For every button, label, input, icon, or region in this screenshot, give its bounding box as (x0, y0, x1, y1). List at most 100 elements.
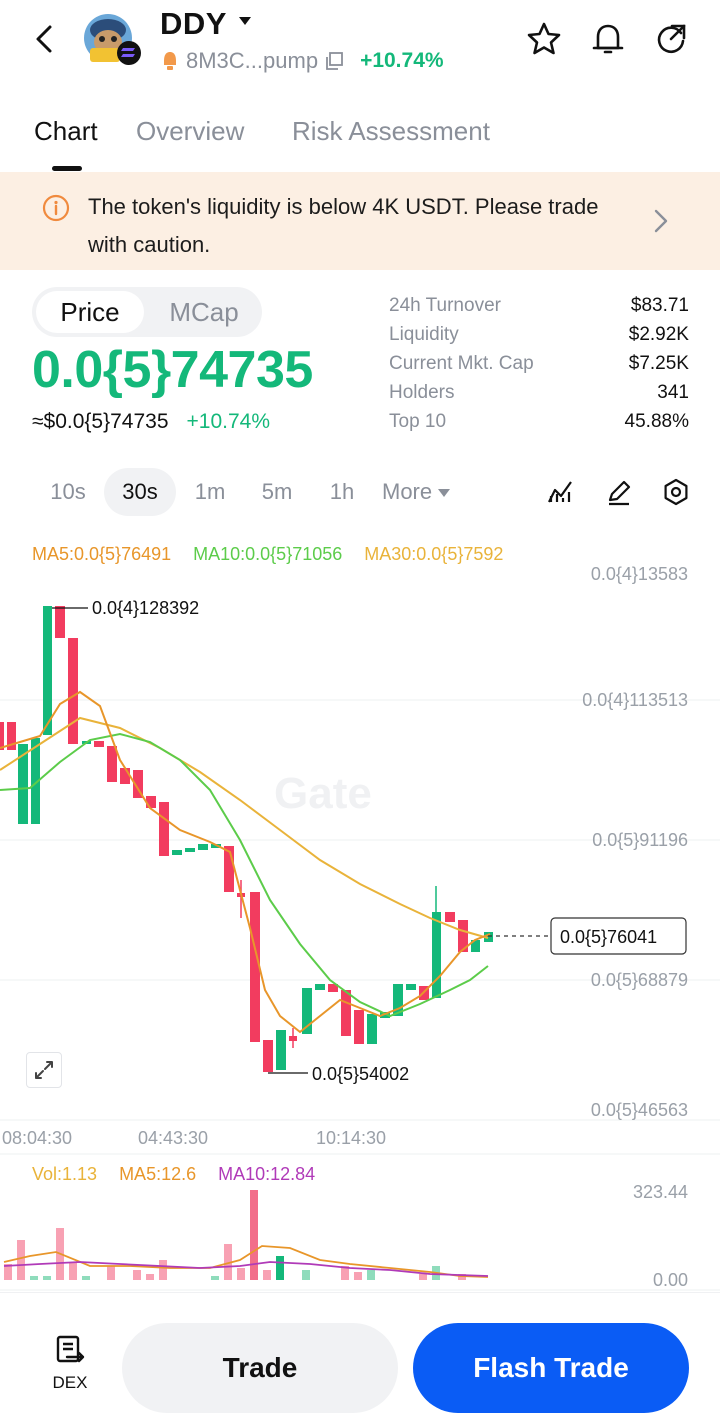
volume-bar (159, 1260, 167, 1280)
trade-button[interactable]: Trade (122, 1323, 398, 1413)
volume-legend: Vol:1.13 MA5:12.6 MA10:12.84 (32, 1164, 315, 1185)
candle (367, 1014, 377, 1044)
stat-row-liquidity: Liquidity $2.92K (389, 324, 689, 353)
bottom-action-bar: DEX Trade Flash Trade (0, 1292, 720, 1426)
tab-overview[interactable]: Overview (136, 116, 244, 147)
warning-text: The token's liquidity is below 4K USDT. … (88, 194, 599, 257)
volume-bar (30, 1276, 38, 1280)
current-price-tag-label: 0.0{5}76041 (560, 927, 657, 947)
dex-button[interactable]: DEX (38, 1333, 102, 1393)
volume-bar (43, 1276, 51, 1280)
candle (159, 802, 169, 856)
bell-icon[interactable] (589, 20, 627, 58)
candle (224, 846, 234, 892)
candle (445, 912, 455, 922)
candle (198, 844, 208, 850)
current-price: 0.0{5}74735 (32, 341, 313, 399)
flash-trade-button[interactable]: Flash Trade (413, 1323, 689, 1413)
dex-label: DEX (52, 1373, 88, 1392)
contract-address: 8M3C...pump (186, 48, 319, 73)
stat-value: 45.88% (624, 411, 689, 432)
volume-bar (276, 1256, 284, 1280)
stat-row-turnover: 24h Turnover $83.71 (389, 295, 689, 324)
star-icon[interactable] (525, 20, 563, 58)
toggle-price[interactable]: Price (36, 291, 144, 333)
volume-ma5: MA5:12.6 (119, 1164, 197, 1184)
back-arrow-icon[interactable] (28, 22, 62, 56)
candle (276, 1030, 286, 1070)
caret-down-icon[interactable] (238, 16, 252, 26)
share-icon[interactable] (652, 20, 690, 58)
interval-more[interactable]: More (382, 468, 472, 516)
chart-settings-icon[interactable] (662, 478, 690, 506)
copy-icon[interactable] (324, 51, 344, 71)
stat-value: $83.71 (630, 295, 689, 316)
interval-more-label: More (382, 479, 433, 504)
candle (172, 850, 182, 855)
candle (341, 990, 351, 1036)
interval-30s[interactable]: 30s (104, 468, 176, 516)
stat-label: Current Mkt. Cap (389, 353, 534, 374)
volume-axis-label: 0.00 (653, 1270, 688, 1290)
watermark: Gate (274, 769, 372, 818)
stat-value: $7.25K (628, 353, 689, 374)
usd-price: ≈$0.0{5}74735 (32, 410, 169, 433)
interval-1h[interactable]: 1h (316, 468, 368, 516)
caret-down-icon (438, 489, 451, 498)
volume-bar (302, 1270, 310, 1280)
expand-chart-button[interactable] (26, 1052, 62, 1088)
candle (55, 606, 65, 638)
price-mcap-toggle: Price MCap (32, 287, 262, 337)
price-axis-label: 0.0{5}46563 (591, 1100, 688, 1120)
volume-bar (419, 1274, 427, 1280)
draw-pencil-icon[interactable] (605, 478, 633, 506)
token-subline: 8M3C...pump +10.74% (160, 47, 444, 75)
volume-bar (82, 1276, 90, 1280)
stat-row-market-cap: Current Mkt. Cap $7.25K (389, 353, 689, 382)
candle (146, 796, 156, 808)
usd-price-line: ≈$0.0{5}74735 +10.74% (32, 410, 270, 434)
candle (120, 768, 130, 784)
volume-bar (367, 1270, 375, 1280)
token-title[interactable]: DDY (160, 6, 227, 42)
header-change: +10.74% (360, 49, 444, 72)
indicator-icon[interactable] (546, 478, 574, 506)
candle (94, 741, 104, 747)
candle (289, 1036, 297, 1041)
stat-row-holders: Holders 341 (389, 382, 689, 411)
volume-bar (69, 1262, 77, 1280)
interval-10s[interactable]: 10s (40, 468, 96, 516)
volume-bar (263, 1270, 271, 1280)
token-stats: 24h Turnover $83.71 Liquidity $2.92K Cur… (389, 295, 689, 440)
low-price-label: 0.0{5}54002 (312, 1064, 409, 1084)
volume-value: Vol:1.13 (32, 1164, 98, 1184)
chevron-right-icon[interactable] (650, 206, 672, 236)
interval-1m[interactable]: 1m (184, 468, 236, 516)
tab-chart[interactable]: Chart (34, 116, 98, 147)
price-axis-label: 0.0{4}13583 (591, 564, 688, 584)
stat-label: 24h Turnover (389, 295, 501, 316)
candle (0, 722, 4, 750)
time-axis-label: 04:43:30 (138, 1128, 208, 1148)
volume-bar (354, 1272, 362, 1280)
info-warning-icon (42, 194, 70, 222)
candle (354, 1010, 364, 1044)
volume-bar (133, 1270, 141, 1280)
volume-bar (146, 1274, 154, 1280)
toggle-mcap[interactable]: MCap (150, 291, 258, 333)
active-tab-indicator (52, 166, 82, 171)
header: DDY 8M3C...pump +10.74% (0, 0, 720, 90)
volume-ma10: MA10:12.84 (218, 1164, 316, 1184)
candle (107, 746, 117, 782)
tab-risk-assessment[interactable]: Risk Assessment (292, 116, 490, 147)
liquidity-warning-banner[interactable]: The token's liquidity is below 4K USDT. … (0, 172, 720, 270)
interval-5m[interactable]: 5m (250, 468, 304, 516)
candle (406, 984, 416, 990)
volume-bar (211, 1276, 219, 1280)
price-axis-label: 0.0{4}113513 (582, 690, 688, 710)
stat-label: Top 10 (389, 411, 447, 432)
candle (68, 638, 78, 744)
price-change: +10.74% (186, 410, 271, 433)
dex-icon (56, 1335, 85, 1363)
high-price-label: 0.0{4}128392 (92, 598, 199, 618)
